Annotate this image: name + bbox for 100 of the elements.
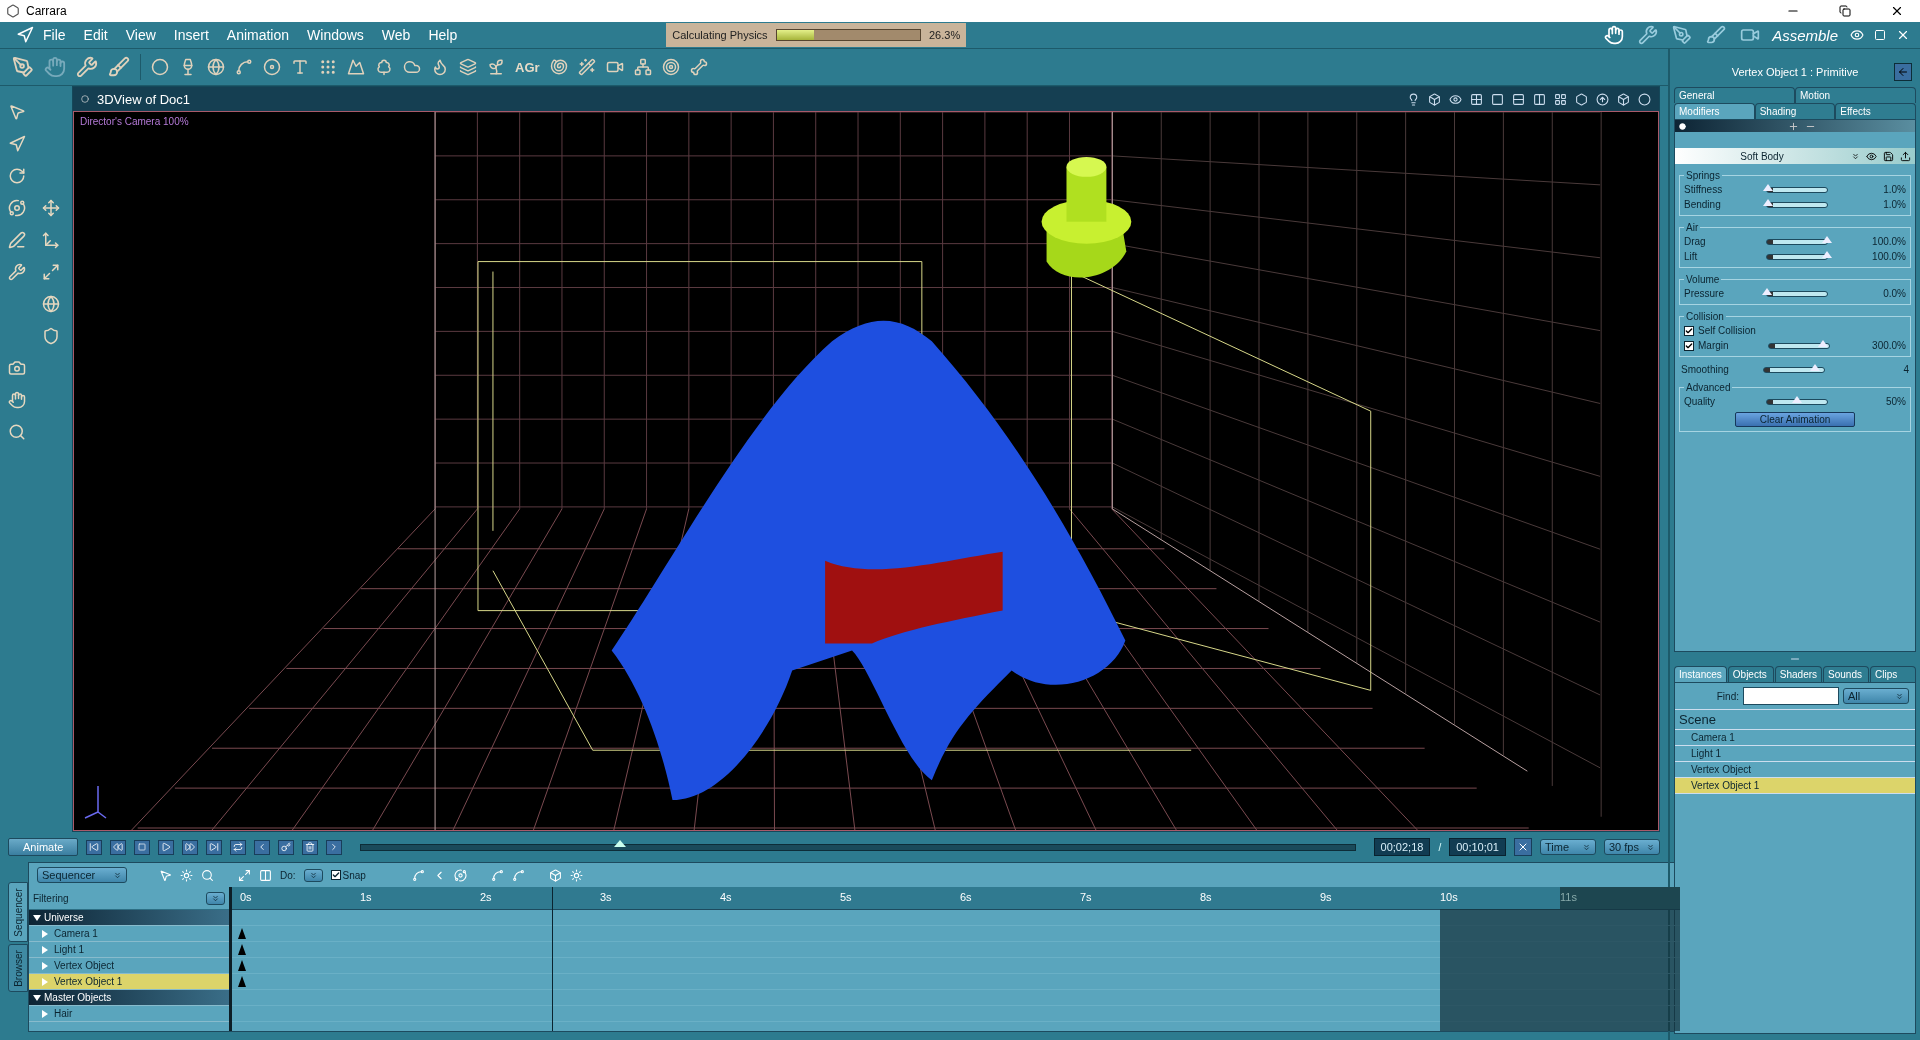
snap-checkbox[interactable]: Snap: [330, 869, 366, 881]
range-icon[interactable]: [259, 868, 272, 882]
time-mode-dropdown[interactable]: Time: [1540, 839, 1596, 855]
loop-button[interactable]: [230, 839, 247, 855]
list-item[interactable]: Camera 1: [1675, 730, 1915, 746]
view-menu-icon[interactable]: [81, 95, 89, 103]
close-icon[interactable]: [1896, 28, 1910, 42]
pen-icon[interactable]: [1672, 25, 1693, 45]
tab[interactable]: Clips: [1870, 666, 1916, 682]
slider-thumb[interactable]: [1822, 235, 1832, 243]
mode-dropdown[interactable]: Sequencer: [37, 867, 127, 883]
flame-icon[interactable]: [431, 58, 449, 76]
stop-button[interactable]: [134, 839, 151, 855]
curve-icon[interactable]: [411, 868, 425, 882]
fit-icon[interactable]: [238, 868, 251, 882]
slider-thumb[interactable]: [1762, 198, 1773, 206]
go-start-button[interactable]: [86, 839, 103, 855]
search-icon[interactable]: [8, 423, 26, 441]
bone-icon[interactable]: [689, 58, 708, 76]
current-time-field[interactable]: 00;02;18: [1373, 838, 1431, 856]
keyframe-marker[interactable]: [238, 944, 246, 955]
box-icon[interactable]: [1428, 92, 1441, 106]
go-end-button[interactable]: [206, 839, 223, 855]
load-icon[interactable]: [1900, 150, 1911, 162]
grass-icon[interactable]: [487, 58, 505, 76]
text-icon[interactable]: [291, 58, 309, 76]
tab[interactable]: Shaders: [1774, 666, 1823, 682]
keyframe-marker[interactable]: [238, 976, 246, 987]
layers-icon[interactable]: [459, 58, 477, 76]
tree-group-row[interactable]: Master Objects: [29, 990, 229, 1006]
key-button[interactable]: [278, 839, 295, 855]
maximize-icon[interactable]: [1874, 29, 1886, 41]
wrench-icon[interactable]: [8, 263, 26, 281]
side-tab[interactable]: Browser: [8, 944, 28, 992]
hand-icon[interactable]: [1604, 25, 1625, 45]
tab[interactable]: General: [1674, 87, 1795, 103]
pen-icon[interactable]: [8, 231, 26, 249]
tab[interactable]: Shading: [1754, 103, 1836, 119]
move-icon[interactable]: [42, 199, 60, 217]
modifier-header[interactable]: Soft Body: [1675, 148, 1915, 164]
menu-item[interactable]: Web: [372, 27, 420, 43]
move-3d-icon[interactable]: [42, 231, 60, 249]
do-dropdown[interactable]: [303, 868, 323, 882]
eye-icon[interactable]: [1850, 28, 1864, 42]
slider-thumb[interactable]: [1822, 250, 1832, 258]
nodes-icon[interactable]: [633, 58, 652, 76]
tab[interactable]: Effects: [1835, 103, 1916, 119]
slider-thumb[interactable]: [1762, 287, 1772, 295]
text-tool-label[interactable]: AGr: [515, 59, 540, 75]
fps-dropdown[interactable]: 30 fps: [1604, 839, 1660, 855]
play-button[interactable]: [158, 839, 175, 855]
disc-icon[interactable]: [263, 58, 281, 76]
total-time-field[interactable]: 00;10;01: [1449, 838, 1506, 856]
tree-row[interactable]: Vertex Object: [29, 958, 229, 974]
arrow-up-icon[interactable]: [1596, 92, 1609, 106]
brush-icon[interactable]: [1706, 25, 1727, 45]
filter-dropdown[interactable]: [206, 891, 225, 905]
target-icon[interactable]: [661, 58, 680, 76]
camera-icon[interactable]: [8, 359, 26, 377]
previous-key-button[interactable]: [254, 839, 271, 855]
next-key-button[interactable]: [326, 839, 343, 855]
globe-icon[interactable]: [207, 58, 225, 76]
tab[interactable]: Sounds: [1823, 666, 1870, 682]
pan-icon[interactable]: [8, 391, 26, 409]
ease-in-icon[interactable]: [490, 868, 504, 882]
keyframe-marker[interactable]: [238, 960, 246, 971]
slider-track[interactable]: [1763, 366, 1825, 373]
tab[interactable]: Modifiers: [1674, 103, 1755, 119]
slider-thumb[interactable]: [1792, 395, 1802, 403]
rotate-icon[interactable]: [8, 167, 26, 185]
tab[interactable]: Motion: [1795, 87, 1916, 103]
menu-item[interactable]: File: [34, 27, 75, 43]
list-item[interactable]: Light 1: [1675, 746, 1915, 762]
orbit-icon[interactable]: [8, 199, 26, 217]
collapse-triangle-icon[interactable]: [33, 913, 41, 922]
brush-icon[interactable]: [108, 56, 130, 78]
cloud-icon[interactable]: [403, 58, 421, 76]
slider-thumb[interactable]: [1810, 363, 1820, 371]
tree-row[interactable]: Camera 1: [29, 926, 229, 942]
search-icon[interactable]: [201, 868, 214, 882]
add-icon[interactable]: [1787, 120, 1799, 132]
tab[interactable]: Objects: [1727, 666, 1774, 682]
menu-item[interactable]: Animation: [217, 27, 299, 43]
scale-icon[interactable]: [42, 263, 60, 281]
sun-icon[interactable]: [180, 868, 193, 882]
fast-forward-button[interactable]: [182, 839, 199, 855]
tree-row[interactable]: Light 1: [29, 942, 229, 958]
find-field[interactable]: [1743, 687, 1839, 705]
direct-select-icon[interactable]: [8, 135, 26, 153]
expand-icon[interactable]: [1851, 151, 1860, 161]
toggle-button[interactable]: [1514, 838, 1532, 856]
eye-icon[interactable]: [1449, 92, 1462, 106]
ease-out-icon[interactable]: [511, 868, 525, 882]
tree-row[interactable]: Vertex Object 1: [29, 974, 229, 990]
collapse-button[interactable]: [1894, 63, 1912, 81]
list-item[interactable]: Vertex Object 1: [1675, 778, 1915, 794]
collapse-triangle-icon[interactable]: [33, 993, 41, 1002]
tree-group-row[interactable]: Universe: [29, 910, 229, 926]
grid-icon[interactable]: [1470, 92, 1483, 106]
trackball-icon[interactable]: [42, 295, 60, 313]
